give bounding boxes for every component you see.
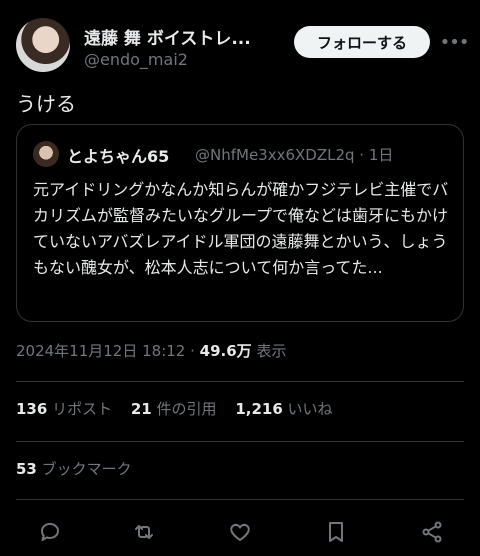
avatar[interactable] — [16, 18, 70, 72]
reposts-stat[interactable]: 136 リポスト — [16, 400, 112, 418]
action-bar — [0, 512, 480, 552]
quoted-author-name: とよちゃん65 — [67, 147, 170, 166]
more-icon[interactable]: ••• — [440, 28, 470, 56]
reposts-count: 136 — [16, 400, 48, 418]
likes-label: いいね — [282, 400, 333, 418]
quoted-avatar — [33, 141, 59, 167]
engagement-stats: 136 リポスト 21 件の引用 1,216 いいね — [16, 398, 347, 419]
quotes-stat[interactable]: 21 件の引用 — [131, 400, 217, 418]
bookmark-icon[interactable] — [322, 518, 350, 546]
view-count: 49.6万 — [199, 342, 252, 360]
author-handle[interactable]: @endo_mai2 — [84, 50, 188, 69]
divider — [16, 441, 464, 442]
quotes-label: 件の引用 — [151, 400, 217, 418]
divider — [16, 381, 464, 382]
reposts-label: リポスト — [47, 400, 113, 418]
share-icon[interactable] — [418, 518, 446, 546]
repost-icon[interactable] — [130, 518, 158, 546]
bookmarks-stat[interactable]: 53 ブックマーク — [16, 458, 132, 479]
follow-button[interactable]: フォローする — [294, 26, 430, 58]
quoted-tweet[interactable]: とよちゃん65 @NhfMe3xx6XDZL2q · 1日 元アイドリングかなん… — [16, 124, 464, 322]
view-label: 表示 — [251, 342, 287, 360]
bookmarks-count: 53 — [16, 460, 37, 478]
tweet-datetime[interactable]: 2024年11月12日 18:12 · — [16, 342, 200, 360]
quoted-text: 元アイドリングかなんか知らんが確かフジテレビ主催でバカリズムが監督みたいなグルー… — [33, 180, 449, 277]
likes-count: 1,216 — [235, 400, 283, 418]
bookmarks-label: ブックマーク — [36, 460, 132, 478]
reply-icon[interactable] — [36, 518, 64, 546]
quotes-count: 21 — [130, 400, 152, 418]
like-icon[interactable] — [226, 518, 254, 546]
author-name[interactable]: 遠藤 舞 ボイストレ... — [84, 24, 251, 49]
tweet-text: うける — [16, 92, 76, 116]
tweet-header: 遠藤 舞 ボイストレ... @endo_mai2 フォローする ••• — [16, 18, 470, 74]
tweet-meta: 2024年11月12日 18:12 · 49.6万 表示 — [16, 340, 286, 361]
likes-stat[interactable]: 1,216 いいね — [235, 400, 332, 418]
divider — [16, 499, 464, 500]
quoted-author-handle: @NhfMe3xx6XDZL2q · 1日 — [195, 146, 394, 164]
